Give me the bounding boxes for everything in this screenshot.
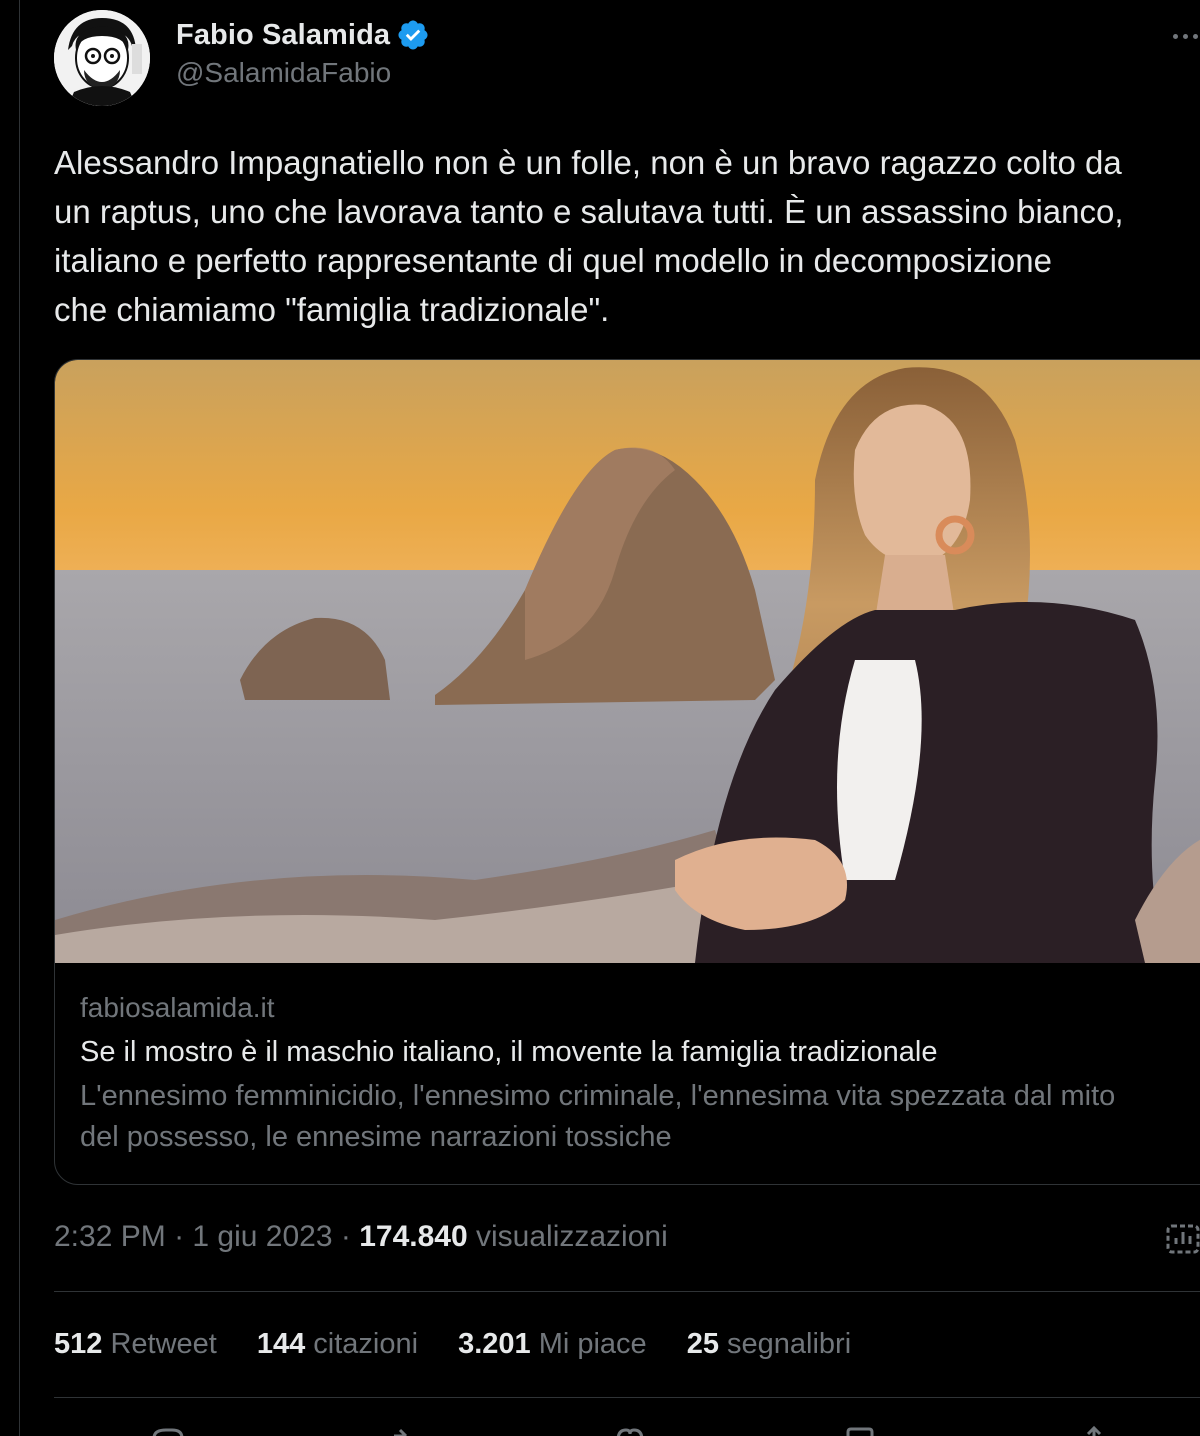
author-display-name[interactable]: Fabio Salamida	[176, 19, 390, 52]
stat-number: 512	[54, 1328, 103, 1360]
stat-number: 144	[256, 1328, 306, 1360]
stat-bookmarks[interactable]: 25 segnalibri	[687, 1322, 851, 1366]
divider	[54, 1397, 1200, 1398]
stat-likes[interactable]: 3.201 Mi piace	[458, 1322, 647, 1366]
retweet-icon[interactable]	[376, 1424, 416, 1436]
like-icon[interactable]	[610, 1424, 650, 1436]
tweet-date[interactable]: 1 giu 2023	[192, 1220, 332, 1253]
bookmark-icon[interactable]	[840, 1424, 880, 1436]
stat-number: 25	[686, 1328, 719, 1360]
card-meta: fabiosalamida.it Se il mostro è il masch…	[80, 988, 1200, 1158]
tweet-text: Alessandro Impagnatiello non è un folle,…	[54, 144, 1124, 328]
card-image[interactable]	[55, 360, 1200, 963]
views-count: 174.840	[359, 1220, 468, 1253]
analytics-icon[interactable]	[1166, 1218, 1200, 1256]
verified-badge-icon[interactable]	[396, 18, 430, 52]
column-border	[19, 0, 20, 1436]
link-preview-card[interactable]: fabiosalamida.it Se il mostro è il masch…	[54, 359, 1200, 1185]
meta-separator: ·	[332, 1220, 360, 1253]
tweet-meta: 2:32 PM · 1 giu 2023 · 174.840 visualizz…	[54, 1215, 668, 1259]
share-icon[interactable]	[1074, 1424, 1114, 1436]
card-description: L'ennesimo femminicidio, l'ennesimo crim…	[80, 1080, 1116, 1153]
action-bar	[54, 1420, 1174, 1436]
avatar[interactable]	[54, 10, 150, 106]
card-title[interactable]: Se il mostro è il maschio italiano, il m…	[80, 1032, 1200, 1072]
meta-separator: ·	[165, 1220, 193, 1253]
more-options-icon[interactable]	[1162, 22, 1200, 50]
tweet-time[interactable]: 2:32 PM	[54, 1220, 166, 1253]
stat-label: citazioni	[305, 1328, 419, 1360]
tweet-author: Fabio Salamida @SalamidaFabio	[176, 15, 430, 89]
stat-label: Mi piace	[530, 1328, 647, 1360]
tweet-detail-page: Fabio Salamida @SalamidaFabio Alessandro…	[0, 0, 1200, 1436]
engagement-stats: 512 Retweet 144 citazioni 3.201 Mi piace…	[54, 1322, 851, 1366]
stat-number: 3.201	[458, 1328, 531, 1360]
stat-retweets[interactable]: 512 Retweet	[54, 1322, 217, 1366]
divider	[54, 1291, 1200, 1292]
reply-icon[interactable]	[148, 1424, 188, 1436]
author-handle[interactable]: @SalamidaFabio	[176, 57, 430, 89]
card-domain: fabiosalamida.it	[80, 992, 275, 1023]
views-label: visualizzazioni	[467, 1220, 668, 1253]
stat-label: Retweet	[102, 1328, 217, 1360]
display-name-row: Fabio Salamida	[176, 15, 430, 55]
stat-quotes[interactable]: 144 citazioni	[257, 1322, 418, 1366]
stat-label: segnalibri	[718, 1328, 852, 1360]
